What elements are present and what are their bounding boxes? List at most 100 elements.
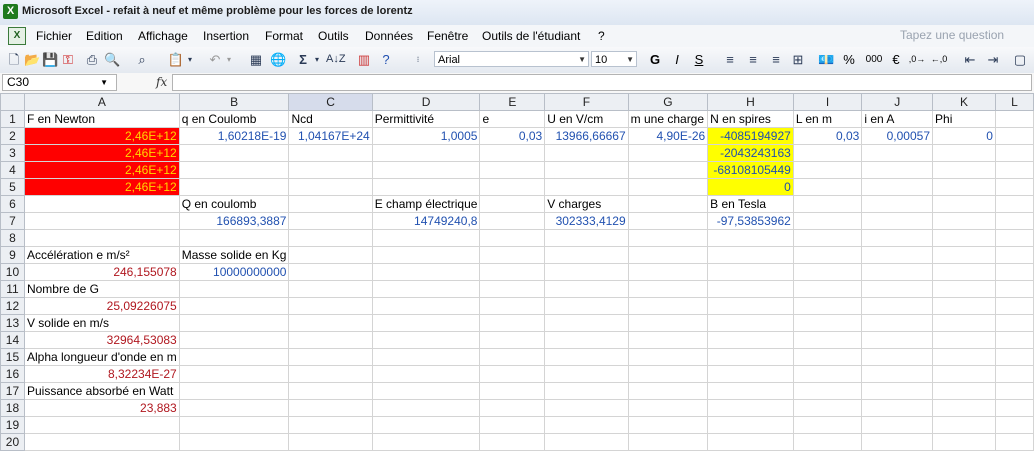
print-icon[interactable]: ⎙: [84, 51, 100, 68]
cell-j2[interactable]: 0,00057: [861, 127, 934, 145]
cell-h7[interactable]: -97,53853962: [707, 212, 794, 230]
cell-g10[interactable]: [627, 263, 709, 281]
function-icon[interactable]: fx: [156, 75, 167, 89]
cell-h4[interactable]: -68108105449: [707, 161, 794, 179]
menu-format[interactable]: Format: [265, 29, 303, 43]
cell-k20[interactable]: [932, 433, 996, 451]
row-header-4[interactable]: 4: [0, 161, 25, 179]
cell-g8[interactable]: [627, 229, 709, 247]
row-header-13[interactable]: 13: [0, 314, 25, 332]
cell-c1[interactable]: Ncd: [288, 110, 373, 128]
column-header-g[interactable]: G: [627, 93, 709, 111]
cell-e12[interactable]: [479, 297, 546, 315]
cell-b10[interactable]: 10000000000: [178, 263, 290, 281]
cell-g20[interactable]: [627, 433, 709, 451]
cell-l17[interactable]: [994, 382, 1034, 400]
cell-e2[interactable]: 0,03: [479, 127, 546, 145]
paste-dropdown-icon[interactable]: ▾: [186, 51, 194, 68]
cell-a1[interactable]: F en Newton: [23, 110, 180, 128]
cell-c20[interactable]: [288, 433, 373, 451]
row-header-14[interactable]: 14: [0, 331, 25, 349]
cell-l4[interactable]: [994, 161, 1034, 179]
cell-d17[interactable]: [371, 382, 481, 400]
cell-f3[interactable]: [544, 144, 629, 162]
cell-k13[interactable]: [932, 314, 996, 332]
cell-b9[interactable]: Masse solide en Kg: [178, 246, 290, 264]
cell-g12[interactable]: [627, 297, 709, 315]
cell-b20[interactable]: [178, 433, 290, 451]
column-header-b[interactable]: B: [178, 93, 290, 111]
column-header-l[interactable]: L: [994, 93, 1034, 111]
cell-a19[interactable]: [23, 416, 180, 434]
row-header-18[interactable]: 18: [0, 399, 25, 417]
row-header-20[interactable]: 20: [0, 433, 25, 451]
cell-l20[interactable]: [994, 433, 1034, 451]
menu-help[interactable]: ?: [598, 29, 605, 43]
menu-outils[interactable]: Outils: [318, 29, 349, 43]
cell-f13[interactable]: [544, 314, 629, 332]
borders-icon[interactable]: ▢: [1012, 51, 1028, 68]
column-header-e[interactable]: E: [479, 93, 546, 111]
row-header-11[interactable]: 11: [0, 280, 25, 298]
cell-a10[interactable]: 246,155078: [23, 263, 180, 281]
cell-b14[interactable]: [178, 331, 290, 349]
cell-f12[interactable]: [544, 297, 629, 315]
sort-ascending-icon[interactable]: A↓Z: [326, 51, 346, 68]
cell-h1[interactable]: N en spires: [707, 110, 794, 128]
cell-g2[interactable]: 4,90E-26: [627, 127, 709, 145]
cell-e13[interactable]: [479, 314, 546, 332]
align-center-icon[interactable]: ≡: [745, 51, 761, 68]
cell-a16[interactable]: 8,32234E-27: [23, 365, 180, 383]
column-header-f[interactable]: F: [544, 93, 629, 111]
cell-h9[interactable]: [707, 246, 794, 264]
cell-l2[interactable]: [994, 127, 1034, 145]
column-header-k[interactable]: K: [932, 93, 996, 111]
cell-h14[interactable]: [707, 331, 794, 349]
cell-b2[interactable]: 1,60218E-19: [178, 127, 290, 145]
cell-a6[interactable]: [23, 195, 180, 213]
cell-j1[interactable]: i en A: [861, 110, 934, 128]
cell-g19[interactable]: [627, 416, 709, 434]
chart-wizard-icon[interactable]: ▥: [356, 51, 372, 68]
cell-k12[interactable]: [932, 297, 996, 315]
cell-e14[interactable]: [479, 331, 546, 349]
select-all-corner[interactable]: [0, 93, 25, 111]
cell-l14[interactable]: [994, 331, 1034, 349]
cell-d1[interactable]: Permittivité: [371, 110, 481, 128]
cell-f8[interactable]: [544, 229, 629, 247]
cell-j9[interactable]: [861, 246, 934, 264]
cell-j18[interactable]: [861, 399, 934, 417]
cell-l3[interactable]: [994, 144, 1034, 162]
italic-button[interactable]: I: [670, 51, 684, 68]
row-header-10[interactable]: 10: [0, 263, 25, 281]
cell-d3[interactable]: [371, 144, 481, 162]
cell-d8[interactable]: [371, 229, 481, 247]
cell-h3[interactable]: -2043243163: [707, 144, 794, 162]
cell-a8[interactable]: [23, 229, 180, 247]
cell-d20[interactable]: [371, 433, 481, 451]
cell-k19[interactable]: [932, 416, 996, 434]
paste-icon[interactable]: 📋: [166, 51, 186, 68]
cell-d19[interactable]: [371, 416, 481, 434]
cell-e7[interactable]: [479, 212, 546, 230]
cell-e17[interactable]: [479, 382, 546, 400]
increase-decimal-icon[interactable]: ,0→: [908, 51, 926, 68]
column-header-d[interactable]: D: [371, 93, 481, 111]
row-header-6[interactable]: 6: [0, 195, 25, 213]
currency-icon[interactable]: 💶: [818, 51, 834, 68]
menu-affichage[interactable]: Affichage: [138, 29, 188, 43]
cell-j8[interactable]: [861, 229, 934, 247]
row-header-16[interactable]: 16: [0, 365, 25, 383]
name-box[interactable]: C30 ▼: [2, 74, 117, 91]
cell-i3[interactable]: [792, 144, 863, 162]
cell-l10[interactable]: [994, 263, 1034, 281]
cell-b3[interactable]: [178, 144, 290, 162]
cell-c5[interactable]: [288, 178, 373, 196]
cell-l1[interactable]: [994, 110, 1034, 128]
cell-i1[interactable]: L en m: [792, 110, 863, 128]
cell-k17[interactable]: [932, 382, 996, 400]
cell-d15[interactable]: [371, 348, 481, 366]
cell-j6[interactable]: [861, 195, 934, 213]
cell-k3[interactable]: [932, 144, 996, 162]
cell-j3[interactable]: [861, 144, 934, 162]
